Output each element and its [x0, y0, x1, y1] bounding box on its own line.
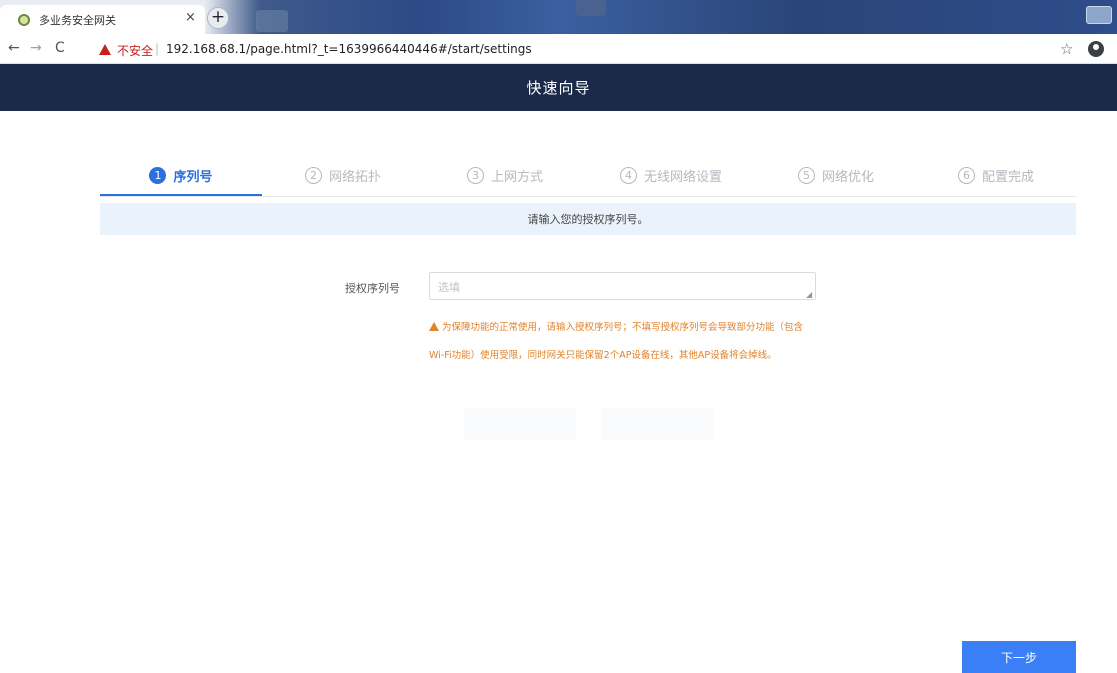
step-optimize[interactable]: 5 网络优化: [756, 155, 916, 196]
serial-input[interactable]: [429, 272, 816, 300]
favicon-icon: [18, 13, 30, 26]
step-label: 网络拓扑: [328, 170, 381, 185]
minimize-button[interactable]: [1086, 6, 1112, 24]
page-title: 快速向导: [526, 79, 591, 97]
profile-icon[interactable]: [1088, 41, 1104, 57]
address-separator: |: [155, 42, 160, 56]
warning-icon: [429, 322, 439, 331]
browser-tab[interactable]: 多业务安全网关 ×: [0, 5, 205, 34]
step-number: 1: [149, 167, 167, 184]
app-header: 快速向导: [0, 64, 1117, 111]
step-topology[interactable]: 2 网络拓扑: [262, 155, 424, 196]
serial-label: 授权序列号: [345, 282, 400, 295]
reload-icon[interactable]: C: [55, 40, 65, 56]
step-wireless[interactable]: 4 无线网络设置: [586, 155, 756, 196]
info-text: 请输入您的授权序列号。: [527, 213, 649, 226]
hidden-button-placeholder: [464, 408, 576, 440]
window-drop-handle: [576, 0, 606, 16]
step-number: 2: [304, 167, 322, 184]
step-number: 5: [797, 167, 815, 184]
address-bar: ← → C 不安全 | 192.168.68.1/page.html?_t=16…: [0, 34, 1117, 64]
desktop-background: [256, 10, 288, 32]
resize-grip-icon[interactable]: ◢: [806, 290, 812, 299]
step-serial[interactable]: 1 序列号: [100, 155, 262, 196]
step-number: 6: [957, 167, 975, 184]
warning-icon[interactable]: [99, 44, 111, 55]
info-banner: 请输入您的授权序列号。: [100, 203, 1076, 235]
new-tab-button[interactable]: +: [207, 7, 229, 29]
step-label: 无线网络设置: [643, 170, 722, 185]
step-label: 网络优化: [821, 170, 874, 185]
back-icon[interactable]: ←: [8, 40, 20, 56]
step-internet[interactable]: 3 上网方式: [424, 155, 586, 196]
forward-icon[interactable]: →: [30, 40, 42, 56]
warning-message: 为保障功能的正常使用，请输入授权序列号；不填写授权序列号会导致部分功能（包含: [429, 319, 839, 333]
next-button[interactable]: 下一步: [962, 641, 1076, 673]
tab-close-icon[interactable]: ×: [185, 10, 196, 25]
browser-tab-bar: 多业务安全网关 × +: [0, 0, 1117, 34]
hidden-button-placeholder: [601, 408, 713, 440]
step-label: 上网方式: [490, 170, 543, 185]
warning-text-line2: Wi-Fi功能）使用受限，同时网关只能保留2个AP设备在线，其他AP设备将会掉线…: [429, 350, 777, 361]
step-label: 配置完成: [981, 170, 1034, 185]
not-secure-label[interactable]: 不安全: [117, 42, 153, 59]
warning-message-continued: Wi-Fi功能）使用受限，同时网关只能保留2个AP设备在线，其他AP设备将会掉线…: [429, 347, 839, 361]
tab-title: 多业务安全网关: [39, 13, 116, 27]
wizard-steps: 1 序列号 2 网络拓扑 3 上网方式 4 无线网络设置 5 网络优化 6 配置…: [100, 155, 1076, 197]
url-field[interactable]: 192.168.68.1/page.html?_t=1639966440446#…: [166, 42, 532, 56]
step-number: 4: [619, 167, 637, 184]
step-number: 3: [466, 167, 484, 184]
active-step-indicator: [100, 194, 262, 196]
step-complete[interactable]: 6 配置完成: [916, 155, 1076, 196]
step-label: 序列号: [173, 170, 213, 185]
warning-text-line1: 为保障功能的正常使用，请输入授权序列号；不填写授权序列号会导致部分功能（包含: [442, 322, 804, 333]
bookmark-star-icon[interactable]: ☆: [1060, 40, 1073, 58]
